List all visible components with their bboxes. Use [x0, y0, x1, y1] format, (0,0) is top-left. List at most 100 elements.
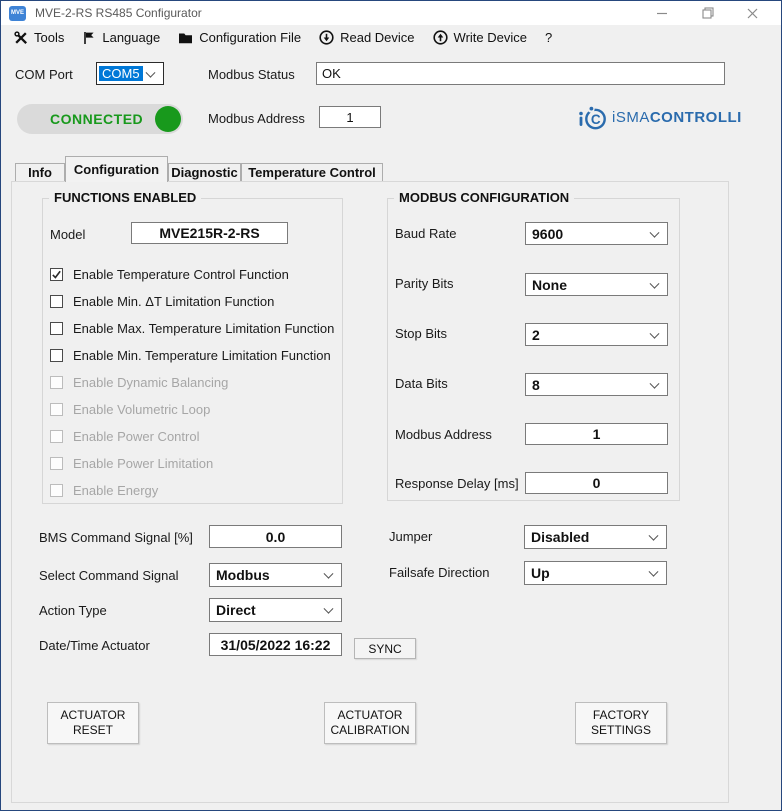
- select-command-signal-label: Select Command Signal: [39, 568, 178, 583]
- parity-bits-value: None: [532, 277, 567, 293]
- menu-write-device[interactable]: Write Device: [424, 25, 536, 50]
- stop-bits-select[interactable]: 2: [525, 323, 668, 346]
- minimize-button[interactable]: [640, 1, 685, 25]
- actuator-calibration-line1: ACTUATOR: [338, 708, 403, 723]
- datetime-actuator-field[interactable]: 31/05/2022 16:22: [209, 633, 342, 656]
- functions-enabled-title: FUNCTIONS ENABLED: [49, 190, 201, 205]
- actuator-reset-line1: ACTUATOR: [61, 708, 126, 723]
- menu-read-device[interactable]: Read Device: [310, 25, 423, 50]
- check-icon: [51, 269, 62, 280]
- isma-logo-icon: C: [577, 104, 607, 131]
- menu-configuration-file[interactable]: Configuration File: [169, 25, 310, 50]
- upload-circle-icon: [433, 30, 448, 45]
- app-icon: MVE: [9, 6, 26, 21]
- bms-command-signal-field[interactable]: 0.0: [209, 525, 342, 548]
- tab-configuration[interactable]: Configuration: [65, 156, 168, 182]
- menu-read-device-label: Read Device: [340, 30, 414, 45]
- menu-language[interactable]: Language: [73, 25, 169, 50]
- com-port-select[interactable]: COM5: [96, 62, 164, 85]
- menu-help[interactable]: ?: [536, 25, 561, 50]
- configuration-tab-page: FUNCTIONS ENABLED Model MVE215R-2-RS Ena…: [11, 181, 729, 803]
- action-type-select[interactable]: Direct: [209, 598, 342, 622]
- checkbox-label: Enable Min. ΔT Limitation Function: [73, 295, 274, 309]
- window-title: MVE-2-RS RS485 Configurator: [35, 6, 202, 20]
- modbus-status-field[interactable]: OK: [316, 62, 725, 85]
- response-delay-field[interactable]: 0: [525, 472, 668, 494]
- checkbox-box: [50, 295, 63, 308]
- checkbox-label: Enable Power Limitation: [73, 457, 213, 471]
- jumper-label: Jumper: [389, 529, 432, 544]
- actuator-calibration-button[interactable]: ACTUATOR CALIBRATION: [324, 702, 416, 744]
- checkbox-power-control: Enable Power Control: [50, 430, 199, 444]
- minimize-icon: [657, 8, 668, 19]
- checkbox-temperature-control[interactable]: Enable Temperature Control Function: [50, 268, 289, 282]
- logo-text-isma: iSMA: [612, 109, 650, 126]
- restore-icon: [702, 7, 714, 19]
- chevron-down-icon: [650, 378, 660, 388]
- chevron-down-icon: [650, 278, 660, 288]
- bms-command-signal-label: BMS Command Signal [%]: [39, 530, 193, 545]
- menu-tools-label: Tools: [34, 30, 64, 45]
- chevron-down-icon: [649, 567, 659, 577]
- menu-configuration-file-label: Configuration File: [199, 30, 301, 45]
- checkbox-checked-box: [50, 268, 63, 281]
- modbus-address-config-field[interactable]: 1: [525, 423, 668, 445]
- checkbox-max-temperature-limitation[interactable]: Enable Max. Temperature Limitation Funct…: [50, 322, 334, 336]
- restore-button[interactable]: [685, 1, 730, 25]
- menu-write-device-label: Write Device: [454, 30, 527, 45]
- modbus-status-label: Modbus Status: [208, 67, 295, 82]
- chevron-down-icon: [650, 227, 660, 237]
- select-command-signal-select[interactable]: Modbus: [209, 563, 342, 587]
- action-type-value: Direct: [216, 602, 256, 618]
- tab-diagnostic[interactable]: Diagnostic: [168, 163, 241, 181]
- datetime-actuator-label: Date/Time Actuator: [39, 638, 150, 653]
- close-icon: [747, 8, 758, 19]
- chevron-down-icon: [649, 531, 659, 541]
- tools-icon: [14, 31, 28, 45]
- checkbox-box: [50, 430, 63, 443]
- parity-bits-label: Parity Bits: [395, 276, 454, 291]
- menu-tools[interactable]: Tools: [5, 25, 73, 50]
- failsafe-direction-select[interactable]: Up: [524, 561, 667, 585]
- menu-bar: Tools Language Configuration File Read D…: [1, 25, 781, 50]
- action-type-label: Action Type: [39, 603, 107, 618]
- failsafe-direction-label: Failsafe Direction: [389, 565, 489, 580]
- stop-bits-value: 2: [532, 327, 540, 343]
- baud-rate-select[interactable]: 9600: [525, 222, 668, 245]
- connection-status-dot: [155, 106, 181, 132]
- parity-bits-select[interactable]: None: [525, 273, 668, 296]
- checkbox-min-dt-limitation[interactable]: Enable Min. ΔT Limitation Function: [50, 295, 274, 309]
- modbus-address-field[interactable]: 1: [319, 106, 381, 128]
- baud-rate-value: 9600: [532, 226, 563, 242]
- checkbox-box: [50, 484, 63, 497]
- chevron-down-icon: [146, 67, 156, 77]
- download-circle-icon: [319, 30, 334, 45]
- checkbox-label: Enable Max. Temperature Limitation Funct…: [73, 322, 334, 336]
- com-port-value: COM5: [99, 66, 143, 81]
- checkbox-box: [50, 322, 63, 335]
- connection-status-text: CONNECTED: [50, 111, 143, 127]
- factory-settings-line2: SETTINGS: [591, 723, 651, 738]
- failsafe-direction-value: Up: [531, 565, 550, 581]
- factory-settings-button[interactable]: FACTORY SETTINGS: [575, 702, 667, 744]
- checkbox-power-limitation: Enable Power Limitation: [50, 457, 213, 471]
- checkbox-box: [50, 403, 63, 416]
- data-bits-select[interactable]: 8: [525, 373, 668, 396]
- response-delay-label: Response Delay [ms]: [395, 476, 519, 491]
- jumper-value: Disabled: [531, 529, 589, 545]
- factory-settings-line1: FACTORY: [593, 708, 649, 723]
- checkbox-label: Enable Power Control: [73, 430, 199, 444]
- actuator-reset-button[interactable]: ACTUATOR RESET: [47, 702, 139, 744]
- checkbox-label: Enable Temperature Control Function: [73, 268, 289, 282]
- checkbox-box: [50, 376, 63, 389]
- functions-enabled-group: FUNCTIONS ENABLED Model MVE215R-2-RS Ena…: [42, 198, 343, 504]
- app-window: MVE MVE-2-RS RS485 Configurator Tools: [0, 0, 782, 811]
- menu-help-label: ?: [545, 30, 552, 45]
- sync-button[interactable]: SYNC: [354, 638, 416, 659]
- logo-text-controlli: CONTROLLI: [650, 109, 742, 126]
- tab-temperature-control[interactable]: Temperature Control: [241, 163, 383, 181]
- close-button[interactable]: [730, 1, 775, 25]
- checkbox-min-temperature-limitation[interactable]: Enable Min. Temperature Limitation Funct…: [50, 349, 331, 363]
- jumper-select[interactable]: Disabled: [524, 525, 667, 549]
- tab-info[interactable]: Info: [15, 163, 65, 181]
